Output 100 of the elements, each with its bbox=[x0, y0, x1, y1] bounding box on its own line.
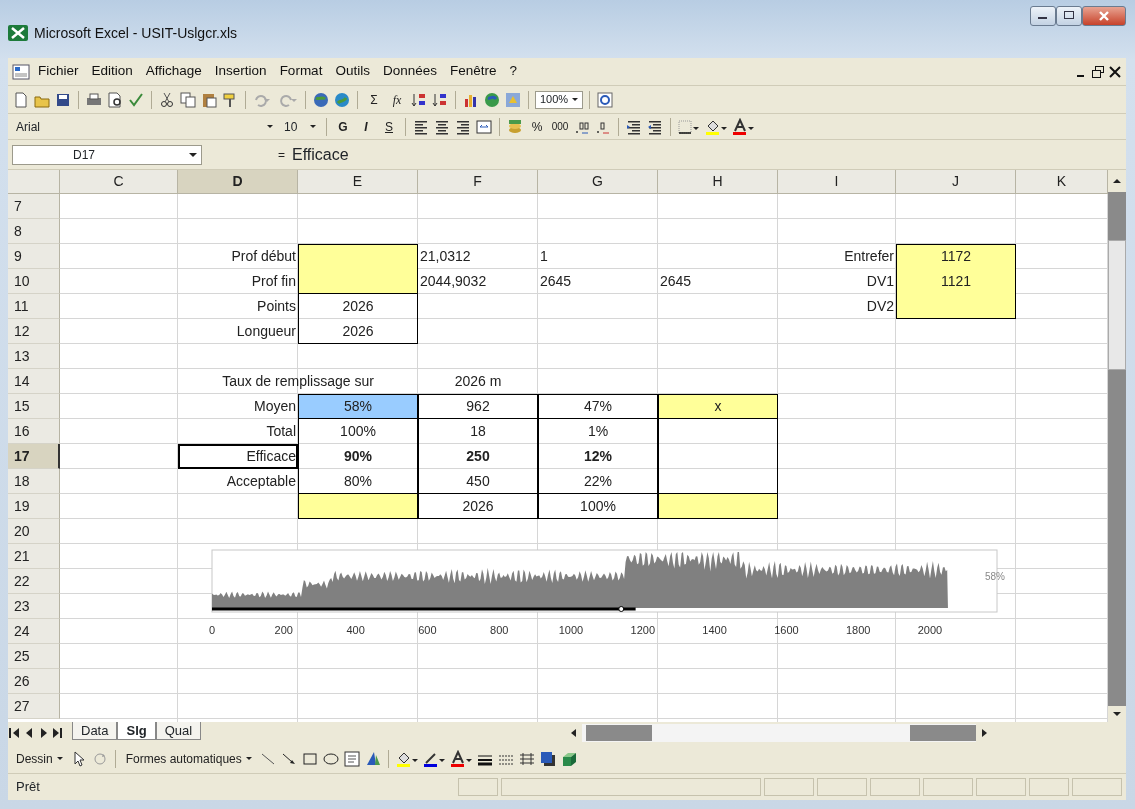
spreadsheet-cell[interactable]: Total bbox=[178, 419, 298, 444]
spreadsheet-cell[interactable]: Efficace bbox=[178, 444, 298, 469]
spreadsheet-cell[interactable] bbox=[658, 419, 778, 444]
spreadsheet-cell[interactable] bbox=[298, 269, 418, 294]
thousands-button[interactable]: 000 bbox=[550, 116, 570, 137]
restore-icon[interactable] bbox=[1091, 64, 1105, 79]
name-box[interactable]: D17 bbox=[12, 144, 202, 165]
row-header[interactable]: 15 bbox=[8, 394, 60, 419]
scrollbar-thumb[interactable] bbox=[1108, 240, 1126, 370]
row-header[interactable]: 18 bbox=[8, 469, 60, 494]
row-header[interactable]: 9 bbox=[8, 244, 60, 269]
percent-button[interactable]: % bbox=[527, 116, 547, 137]
spreadsheet-cell[interactable] bbox=[896, 294, 1016, 319]
spreadsheet-cell[interactable]: Entrefer bbox=[778, 244, 896, 269]
copy-icon[interactable] bbox=[179, 90, 197, 109]
spreadsheet-cell[interactable]: 1 bbox=[538, 244, 658, 269]
minimize-button[interactable] bbox=[1030, 6, 1056, 26]
menu-item[interactable]: Outils bbox=[330, 60, 375, 83]
menu-item[interactable]: Fichier bbox=[33, 60, 84, 83]
spreadsheet-cell[interactable]: Prof fin bbox=[178, 269, 298, 294]
column-header[interactable]: E bbox=[298, 170, 418, 194]
row-header[interactable]: 19 bbox=[8, 494, 60, 519]
spreadsheet-cell[interactable]: 2026 bbox=[418, 494, 538, 519]
spreadsheet-cell[interactable] bbox=[658, 444, 778, 469]
row-header[interactable]: 27 bbox=[8, 694, 60, 719]
spreadsheet-cell[interactable]: 250 bbox=[418, 444, 538, 469]
spreadsheet-cell[interactable]: 21,0312 bbox=[418, 244, 538, 269]
column-header[interactable]: C bbox=[60, 170, 178, 194]
spreadsheet-cell[interactable]: 47% bbox=[538, 394, 658, 419]
bold-button[interactable]: G bbox=[333, 116, 353, 137]
scroll-down-icon[interactable] bbox=[1108, 706, 1126, 722]
spreadsheet-cell[interactable]: 22% bbox=[538, 469, 658, 494]
spreadsheet-cell[interactable]: 80% bbox=[298, 469, 418, 494]
column-header[interactable]: K bbox=[1016, 170, 1108, 194]
spreadsheet-cell[interactable]: 1121 bbox=[896, 269, 1016, 294]
row-header[interactable]: 7 bbox=[8, 194, 60, 219]
menu-item[interactable]: Données bbox=[377, 60, 442, 83]
column-header[interactable]: F bbox=[418, 170, 538, 194]
workbook-icon[interactable] bbox=[12, 63, 30, 80]
spreadsheet-cell[interactable]: Prof début bbox=[178, 244, 298, 269]
spreadsheet-cell[interactable] bbox=[298, 494, 418, 519]
font-size-dropdown[interactable]: 10 bbox=[280, 117, 320, 136]
column-header[interactable]: H bbox=[658, 170, 778, 194]
autosum-button[interactable]: Σ bbox=[364, 89, 384, 110]
print-preview-icon[interactable] bbox=[106, 90, 124, 109]
globe-icon[interactable] bbox=[483, 90, 501, 109]
spreadsheet-cell[interactable]: 18 bbox=[418, 419, 538, 444]
row-header[interactable]: 21 bbox=[8, 544, 60, 569]
column-header[interactable]: G bbox=[538, 170, 658, 194]
menu-item[interactable]: Insertion bbox=[209, 60, 272, 83]
zoom-dropdown[interactable]: 100% bbox=[535, 90, 584, 109]
row-header[interactable]: 12 bbox=[8, 319, 60, 344]
spreadsheet-cell[interactable]: 2645 bbox=[658, 269, 778, 294]
row-header[interactable]: 8 bbox=[8, 219, 60, 244]
row-header[interactable]: 20 bbox=[8, 519, 60, 544]
spreadsheet-cell[interactable]: x bbox=[658, 394, 778, 419]
sheet-tab[interactable]: Slg bbox=[117, 722, 156, 740]
spreadsheet-cell[interactable]: Moyen bbox=[178, 394, 298, 419]
close-icon[interactable] bbox=[1108, 64, 1122, 79]
font-color-icon[interactable] bbox=[448, 749, 473, 768]
spreadsheet-cell[interactable]: 450 bbox=[418, 469, 538, 494]
row-header[interactable]: 11 bbox=[8, 294, 60, 319]
merge-center-icon[interactable] bbox=[475, 117, 493, 136]
first-sheet-icon[interactable] bbox=[8, 725, 22, 741]
new-document-icon[interactable] bbox=[12, 90, 30, 109]
spreadsheet-cell[interactable]: 12% bbox=[538, 444, 658, 469]
cut-icon[interactable] bbox=[158, 90, 176, 109]
spreadsheet-cell[interactable]: 58% bbox=[298, 394, 418, 419]
underline-button[interactable]: S bbox=[379, 116, 399, 137]
text-box-icon[interactable] bbox=[342, 749, 361, 768]
menu-item[interactable]: Edition bbox=[86, 60, 138, 83]
menu-item[interactable]: ? bbox=[504, 60, 522, 83]
borders-icon[interactable] bbox=[677, 117, 701, 136]
italic-button[interactable]: I bbox=[356, 116, 376, 137]
last-sheet-icon[interactable] bbox=[50, 725, 64, 741]
row-header[interactable]: 23 bbox=[8, 594, 60, 619]
sheet-tab[interactable]: Data bbox=[72, 722, 118, 740]
row-header[interactable]: 26 bbox=[8, 669, 60, 694]
row-header[interactable]: 14 bbox=[8, 369, 60, 394]
font-color-icon[interactable] bbox=[731, 117, 755, 136]
row-header[interactable]: 24 bbox=[8, 619, 60, 644]
spreadsheet-cell[interactable]: 100% bbox=[298, 419, 418, 444]
spreadsheet-cell[interactable]: 90% bbox=[298, 444, 418, 469]
maximize-button[interactable] bbox=[1056, 6, 1082, 26]
row-header[interactable]: 22 bbox=[8, 569, 60, 594]
spreadsheet-cell[interactable] bbox=[658, 469, 778, 494]
font-dropdown[interactable]: Arial bbox=[12, 117, 277, 136]
spreadsheet-cell[interactable]: 2645 bbox=[538, 269, 658, 294]
spreadsheet-cell[interactable]: DV1 bbox=[778, 269, 896, 294]
autoshapes-menu[interactable]: Formes automatiques bbox=[121, 748, 256, 769]
spreadsheet-cell[interactable]: 2044,9032 bbox=[418, 269, 538, 294]
sheet-tab[interactable]: Qual bbox=[155, 722, 202, 740]
formula-input[interactable]: Efficace bbox=[288, 144, 1122, 165]
shadow-icon[interactable] bbox=[538, 749, 557, 768]
scrollbar-thumb[interactable] bbox=[586, 725, 653, 741]
spreadsheet-cell[interactable]: 2026 m bbox=[418, 369, 538, 394]
close-button[interactable] bbox=[1082, 6, 1126, 26]
spreadsheet-cell[interactable] bbox=[658, 494, 778, 519]
row-header[interactable]: 16 bbox=[8, 419, 60, 444]
spreadsheet-cell[interactable]: 100% bbox=[538, 494, 658, 519]
